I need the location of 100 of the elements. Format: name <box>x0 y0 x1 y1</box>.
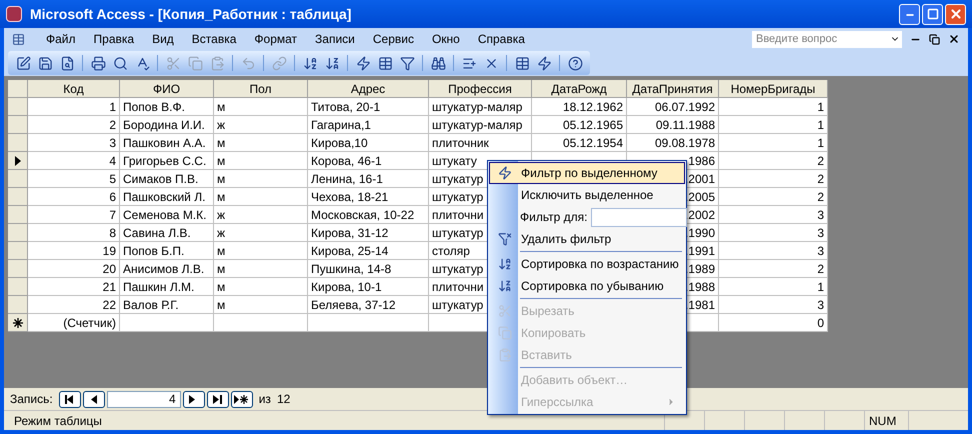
table-cell: 0 <box>719 314 828 332</box>
new-record-icon <box>234 394 250 404</box>
menu-bar-item[interactable]: Справка <box>468 30 534 48</box>
next-record-button[interactable] <box>182 390 205 408</box>
table-cell: Попов Б.П. <box>120 242 214 260</box>
menu-bar-item[interactable]: Вставка <box>182 30 246 48</box>
link-icon <box>272 56 286 70</box>
printer-icon <box>90 56 106 70</box>
row-selector[interactable] <box>8 152 28 170</box>
filter-icon <box>400 56 414 70</box>
table-cell: Савина Л.В. <box>120 224 214 242</box>
table-cell: 09.11.1988 <box>627 116 719 134</box>
column-header[interactable]: Адрес <box>350 80 386 98</box>
menu-bar-item[interactable]: Записи <box>306 30 364 48</box>
row-selector[interactable] <box>8 314 28 332</box>
paste-icon <box>498 348 512 362</box>
sort-ascending-icon <box>498 257 512 271</box>
sort-ascending-icon <box>302 56 318 70</box>
column-header[interactable]: Профессия <box>448 80 512 98</box>
menu-bar-item[interactable]: Формат <box>245 30 306 48</box>
first-icon <box>65 394 74 404</box>
new-record-button[interactable] <box>230 390 253 408</box>
table-cell: Кирова, 31-12 <box>308 224 429 242</box>
table-cell: 1 <box>719 116 828 134</box>
record-of-label: из <box>258 391 271 408</box>
maximize-button[interactable] <box>922 4 943 24</box>
filter-remove-icon <box>498 232 512 246</box>
table-cell: 06.07.1992 <box>627 98 719 116</box>
table-cell: Чехова, 18-21 <box>308 188 429 206</box>
record-number-field[interactable]: 4 <box>106 390 181 408</box>
table-cell: 1 <box>28 98 120 116</box>
table-cell: 3 <box>28 134 120 152</box>
menu-bar-item[interactable]: Файл <box>37 30 85 48</box>
table-cell: 2 <box>28 116 120 134</box>
table-cell: м <box>214 242 308 260</box>
table-cell: Пашковский Л. <box>120 188 214 206</box>
table-cell: 4 <box>28 152 120 170</box>
previous-record-button[interactable] <box>82 390 105 408</box>
table-cell: Попов В.Ф. <box>120 98 214 116</box>
new-object-icon <box>536 56 552 70</box>
window-title: Microsoft Access - [Копия_Работник : таблица] <box>30 4 352 24</box>
new-record-icon <box>462 56 476 70</box>
menu-bar-item[interactable]: Вид <box>143 30 183 48</box>
table-cell: 1 <box>719 98 828 116</box>
column-header[interactable]: Код <box>63 80 84 98</box>
filter-for-field[interactable] <box>591 208 688 226</box>
table-cell: м <box>214 152 308 170</box>
menu-item[interactable]: Фильтр по выделенному <box>489 162 685 184</box>
menu-bar-item[interactable]: Сервис <box>364 30 423 48</box>
column-header[interactable]: ФИО <box>152 80 180 98</box>
record-total: 12 <box>276 391 290 408</box>
table-cell: 1 <box>719 134 828 152</box>
table-cell: Кирова,10 <box>308 134 429 152</box>
table-cell: Пушкина, 14-8 <box>308 260 429 278</box>
table-cell: плиточник <box>429 134 532 152</box>
first-record-button[interactable] <box>58 390 81 408</box>
table-icon <box>12 32 25 46</box>
table-cell: 2 <box>719 170 828 188</box>
table-cell: 3 <box>719 242 828 260</box>
close-icon[interactable] <box>948 33 960 45</box>
table-cell: 22 <box>28 296 120 314</box>
close-button[interactable] <box>945 4 966 24</box>
help-search-field[interactable]: Введите вопрос <box>752 30 888 48</box>
table-cell: Титова, 20-1 <box>308 98 429 116</box>
table-cell: м <box>214 278 308 296</box>
table-cell: Кирова, 10-1 <box>308 278 429 296</box>
table-cell: Бородина И.И. <box>120 116 214 134</box>
column-header[interactable]: Пол <box>249 80 272 98</box>
table-cell: 05.12.1965 <box>532 116 627 134</box>
table-cell: 5 <box>28 170 120 188</box>
table-cell: 3 <box>719 224 828 242</box>
binoculars-icon <box>430 56 446 70</box>
table-cell: Григорьев С.С. <box>120 152 214 170</box>
table-cell: Ленина, 16-1 <box>308 170 429 188</box>
column-header[interactable]: НомерБригады <box>730 80 816 98</box>
table-cell: 8 <box>28 224 120 242</box>
table-cell: Корова, 46-1 <box>308 152 429 170</box>
column-header[interactable]: ДатаРожд <box>551 80 607 98</box>
minimize-button[interactable] <box>899 4 920 24</box>
record-label: Запись: <box>10 391 53 408</box>
database-window-icon <box>514 56 530 70</box>
dropdown-button[interactable] <box>888 30 902 48</box>
menu-bar-item[interactable]: Правка <box>84 30 144 48</box>
restore-icon[interactable] <box>929 34 940 44</box>
previous-icon <box>89 394 98 404</box>
table-cell: 09.08.1978 <box>627 134 719 152</box>
menu-bar-item[interactable]: Окно <box>422 30 469 48</box>
undo-icon <box>240 56 256 70</box>
table-cell: 2 <box>719 188 828 206</box>
column-header[interactable]: ДатаПринятия <box>632 80 713 98</box>
table-cell: штукатур-маляр <box>429 116 532 134</box>
table-cell: м <box>214 98 308 116</box>
last-record-button[interactable] <box>206 390 229 408</box>
table-cell: м <box>214 260 308 278</box>
table-cell: м <box>214 134 308 152</box>
table-cell: 21 <box>28 278 120 296</box>
table-cell: Московская, 10-22 <box>308 206 429 224</box>
close-icon <box>948 7 962 21</box>
table-cell: Анисимов Л.В. <box>120 260 214 278</box>
maximize-icon <box>926 8 938 20</box>
